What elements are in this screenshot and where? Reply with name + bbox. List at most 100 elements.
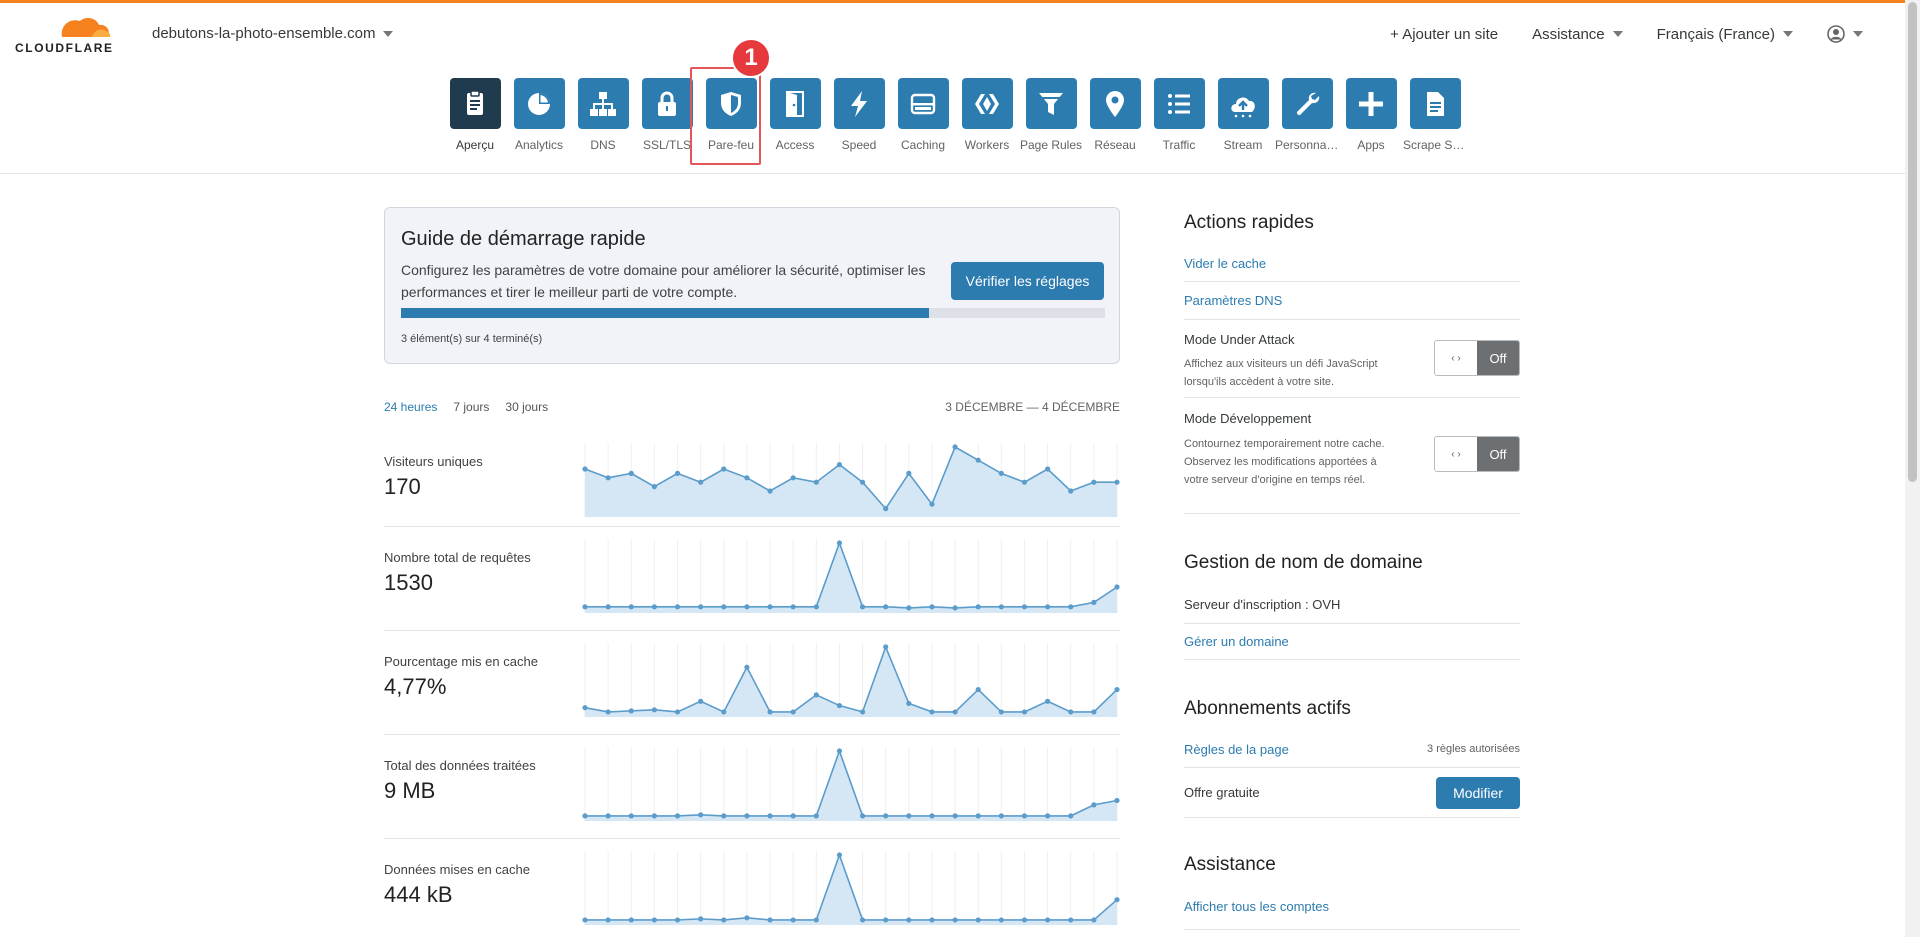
data-point[interactable]: [836, 748, 843, 754]
nav-tile[interactable]: [1217, 78, 1269, 129]
nav-item-server[interactable]: Caching: [891, 78, 955, 152]
data-point[interactable]: [906, 700, 912, 707]
nav-item-map-pin[interactable]: Réseau: [1083, 78, 1147, 152]
data-point[interactable]: [721, 466, 727, 472]
data-point[interactable]: [952, 813, 958, 819]
data-point[interactable]: [1021, 709, 1028, 715]
manage-domain-link[interactable]: Gérer un domaine: [1184, 634, 1289, 649]
data-point[interactable]: [813, 692, 819, 698]
data-point[interactable]: [628, 708, 634, 714]
data-point[interactable]: [651, 707, 657, 713]
check-settings-button[interactable]: Vérifier les réglages: [951, 262, 1104, 300]
data-point[interactable]: [998, 470, 1004, 476]
data-point[interactable]: [836, 852, 843, 858]
data-point[interactable]: [744, 604, 750, 610]
data-point[interactable]: [906, 917, 912, 923]
nav-item-clipboard[interactable]: Aperçu: [443, 78, 507, 152]
data-point[interactable]: [1091, 917, 1097, 923]
nav-tile[interactable]: [1409, 78, 1461, 129]
data-point[interactable]: [1021, 604, 1028, 610]
data-point[interactable]: [859, 813, 866, 819]
data-point[interactable]: [952, 709, 958, 715]
nav-item-pie-chart[interactable]: Analytics: [507, 78, 571, 152]
data-point[interactable]: [582, 917, 588, 923]
data-point[interactable]: [1091, 709, 1097, 715]
nav-item-filter[interactable]: Page Rules: [1019, 78, 1083, 152]
data-point[interactable]: [1114, 584, 1120, 590]
nav-tile[interactable]: [833, 78, 885, 129]
data-point[interactable]: [790, 709, 796, 715]
data-point[interactable]: [721, 917, 727, 923]
data-point[interactable]: [628, 917, 634, 923]
data-point[interactable]: [744, 915, 750, 921]
all-accounts-link[interactable]: Afficher tous les comptes: [1184, 899, 1329, 914]
data-point[interactable]: [790, 604, 796, 610]
data-point[interactable]: [998, 604, 1004, 610]
data-point[interactable]: [929, 501, 935, 507]
data-point[interactable]: [929, 604, 935, 610]
nav-item-lightning[interactable]: Speed: [827, 78, 891, 152]
data-point[interactable]: [1045, 604, 1051, 610]
data-point[interactable]: [1114, 897, 1120, 903]
nav-item-shield[interactable]: Pare-feu: [699, 78, 763, 152]
data-point[interactable]: [1068, 604, 1074, 610]
nav-item-cloud-upload[interactable]: Stream: [1211, 78, 1275, 152]
nav-tile[interactable]: [513, 78, 565, 129]
data-point[interactable]: [859, 604, 866, 610]
dns-settings-link[interactable]: Paramètres DNS: [1184, 293, 1282, 308]
data-point[interactable]: [767, 709, 773, 715]
data-point[interactable]: [1114, 797, 1120, 804]
data-point[interactable]: [859, 709, 866, 715]
data-point[interactable]: [790, 813, 796, 819]
data-point[interactable]: [1045, 698, 1051, 704]
data-point[interactable]: [975, 686, 981, 693]
data-point[interactable]: [605, 709, 611, 715]
data-point[interactable]: [744, 664, 750, 670]
support-menu[interactable]: Assistance: [1532, 26, 1623, 43]
nav-tile[interactable]: [1089, 78, 1141, 129]
data-point[interactable]: [721, 813, 727, 819]
nav-tile[interactable]: [577, 78, 629, 129]
data-point[interactable]: [674, 604, 681, 610]
data-point[interactable]: [582, 604, 588, 610]
nav-item-network[interactable]: DNS: [571, 78, 635, 152]
data-point[interactable]: [883, 917, 889, 923]
data-point[interactable]: [883, 813, 889, 819]
data-point[interactable]: [744, 475, 750, 481]
dev-mode-toggle[interactable]: ‹ › Off: [1434, 436, 1520, 472]
data-point[interactable]: [651, 604, 657, 610]
nav-item-lock[interactable]: SSL/TLS: [635, 78, 699, 152]
data-point[interactable]: [605, 604, 611, 610]
data-point[interactable]: [975, 917, 981, 923]
data-point[interactable]: [1068, 813, 1074, 819]
data-point[interactable]: [698, 812, 704, 818]
data-point[interactable]: [721, 709, 727, 715]
scrollbar[interactable]: [1905, 0, 1920, 937]
data-point[interactable]: [1045, 466, 1051, 472]
data-point[interactable]: [628, 604, 634, 610]
data-point[interactable]: [1021, 813, 1028, 819]
data-point[interactable]: [790, 917, 796, 923]
data-point[interactable]: [1045, 813, 1051, 819]
nav-item-workers[interactable]: Workers: [955, 78, 1019, 152]
domain-selector[interactable]: debutons-la-photo-ensemble.com: [152, 25, 394, 42]
user-menu[interactable]: [1827, 25, 1863, 43]
tab-30d[interactable]: 30 jours: [505, 400, 548, 414]
nav-tile[interactable]: [769, 78, 821, 129]
data-point[interactable]: [721, 604, 727, 610]
nav-tile[interactable]: [1025, 78, 1077, 129]
data-point[interactable]: [767, 917, 773, 923]
data-point[interactable]: [813, 604, 819, 610]
tab-7d[interactable]: 7 jours: [453, 400, 489, 414]
page-rules-link[interactable]: Règles de la page: [1184, 742, 1289, 757]
data-point[interactable]: [651, 813, 657, 819]
data-point[interactable]: [929, 917, 935, 923]
data-point[interactable]: [906, 605, 912, 611]
data-point[interactable]: [605, 917, 611, 923]
nav-item-wrench[interactable]: Personnali...: [1275, 78, 1339, 152]
data-point[interactable]: [952, 605, 958, 611]
data-point[interactable]: [698, 916, 704, 922]
data-point[interactable]: [1114, 686, 1120, 693]
nav-tile[interactable]: [1153, 78, 1205, 129]
data-point[interactable]: [929, 813, 935, 819]
